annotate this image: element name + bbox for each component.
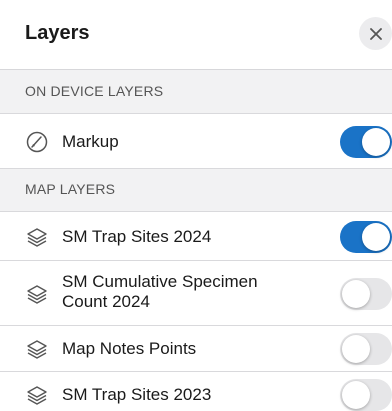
layers-icon: [27, 228, 47, 247]
section-header-on-device: ON DEVICE LAYERS: [0, 71, 392, 113]
toggle-knob: [342, 381, 370, 409]
section-label: MAP LAYERS: [25, 181, 116, 197]
close-button[interactable]: [359, 17, 392, 50]
layer-row-map-notes-points[interactable]: Map Notes Points: [0, 326, 392, 372]
layer-toggle[interactable]: [340, 126, 392, 158]
layer-toggle[interactable]: [340, 333, 392, 365]
panel-header: Layers: [0, 0, 392, 70]
layers-icon: [27, 340, 47, 359]
panel-title: Layers: [25, 22, 90, 44]
toggle-knob: [342, 335, 370, 363]
layer-label: SM Trap Sites 2024: [62, 227, 212, 246]
layer-row-markup[interactable]: Markup: [0, 113, 392, 169]
close-icon: [369, 27, 382, 40]
toggle-knob: [342, 280, 370, 308]
layer-label: SM Trap Sites 2023: [62, 385, 212, 404]
layers-icon: [27, 386, 47, 405]
layer-toggle[interactable]: [340, 221, 392, 253]
layer-row-sm-cumulative-specimen-count-2024[interactable]: SM Cumulative Specimen Count 2024: [0, 261, 392, 326]
toggle-knob: [362, 223, 390, 251]
layer-row-sm-trap-sites-2024[interactable]: SM Trap Sites 2024: [0, 211, 392, 261]
toggle-knob: [362, 128, 390, 156]
layer-label: Markup: [62, 132, 119, 151]
layers-icon: [27, 285, 47, 304]
section-header-map-layers: MAP LAYERS: [0, 169, 392, 211]
section-label: ON DEVICE LAYERS: [25, 83, 164, 99]
layer-row-sm-trap-sites-2023[interactable]: SM Trap Sites 2023: [0, 372, 392, 411]
layer-toggle[interactable]: [340, 278, 392, 310]
markup-icon: [26, 131, 48, 153]
layer-label: Map Notes Points: [62, 339, 197, 358]
layers-panel: Layers ON DEVICE LAYERS Markup MAP LAYER…: [0, 0, 392, 411]
layer-toggle[interactable]: [340, 379, 392, 411]
layer-label: SM Cumulative Specimen Count 2024: [62, 272, 258, 311]
